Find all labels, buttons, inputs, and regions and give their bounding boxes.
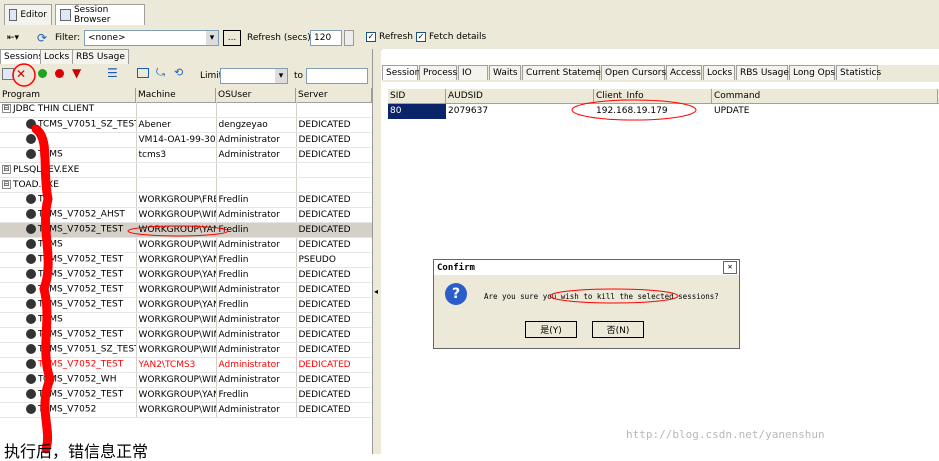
splitter[interactable]: ◂: [373, 49, 381, 454]
program-scribble: [31, 124, 55, 454]
dialog-message-circle: [549, 288, 679, 304]
refresh-icon[interactable]: ⟳: [34, 29, 50, 47]
fetch-details-label: Fetch details: [429, 32, 487, 42]
tab-editor-label: Editor: [20, 10, 47, 20]
ellipsis-label: ...: [227, 33, 237, 43]
chevron-down-icon: ▾: [206, 31, 218, 45]
left-panel: Sessions Locks RBS Usage ✕ ▼ ☰ ⤿ ⟲ Limit…: [0, 49, 373, 454]
tab-session-browser[interactable]: Session Browser: [55, 4, 145, 25]
session-browser-icon: [60, 9, 71, 21]
refresh-secs-input[interactable]: 120: [310, 30, 342, 46]
refresh-checkbox-label: Refresh: [379, 32, 413, 42]
main-toolbar: ⇤▾ ⟳ Filter: <none> ▾ ... Refresh (secs)…: [0, 27, 939, 50]
fetch-details-checkbox[interactable]: ✓ Fetch details: [416, 32, 486, 42]
fetch-check-icon: ✓: [416, 32, 426, 42]
refresh-checkbox[interactable]: ✓ Refresh: [366, 32, 413, 42]
right-panel: Session Process IO Waits Current Statement Op…: [382, 49, 939, 454]
watermark: http://blog.csdn.net/yanenshun: [626, 428, 825, 441]
tab-editor[interactable]: Editor: [4, 4, 52, 25]
refresh-secs-value: 120: [314, 33, 332, 43]
kill-icon-circle: [12, 63, 36, 87]
caption: 执行后，错信息正常: [4, 442, 149, 461]
client-info-circle: [571, 99, 697, 121]
splitter-arrow-icon: ◂: [374, 287, 379, 296]
refresh-check-icon: ✓: [366, 32, 376, 42]
refresh-secs-label: Refresh (secs): [247, 33, 311, 43]
confirm-dialog: Confirm ✕ ? Are you sure you wish to kil…: [433, 259, 740, 349]
filter-browse-button[interactable]: ...: [223, 30, 241, 46]
red-scribble-annotation: [12, 63, 229, 454]
editor-icon: [9, 9, 18, 21]
filter-label: Filter:: [55, 33, 81, 43]
filter-value: <none>: [88, 33, 126, 43]
refresh-spinner[interactable]: [344, 30, 354, 46]
filter-select[interactable]: <none> ▾: [84, 30, 219, 46]
tab-session-browser-label: Session Browser: [73, 5, 111, 25]
top-tab-strip: Editor Session Browser: [0, 0, 939, 27]
nav-menu-button[interactable]: ⇤▾: [2, 29, 24, 47]
machine-circle: [127, 225, 229, 237]
